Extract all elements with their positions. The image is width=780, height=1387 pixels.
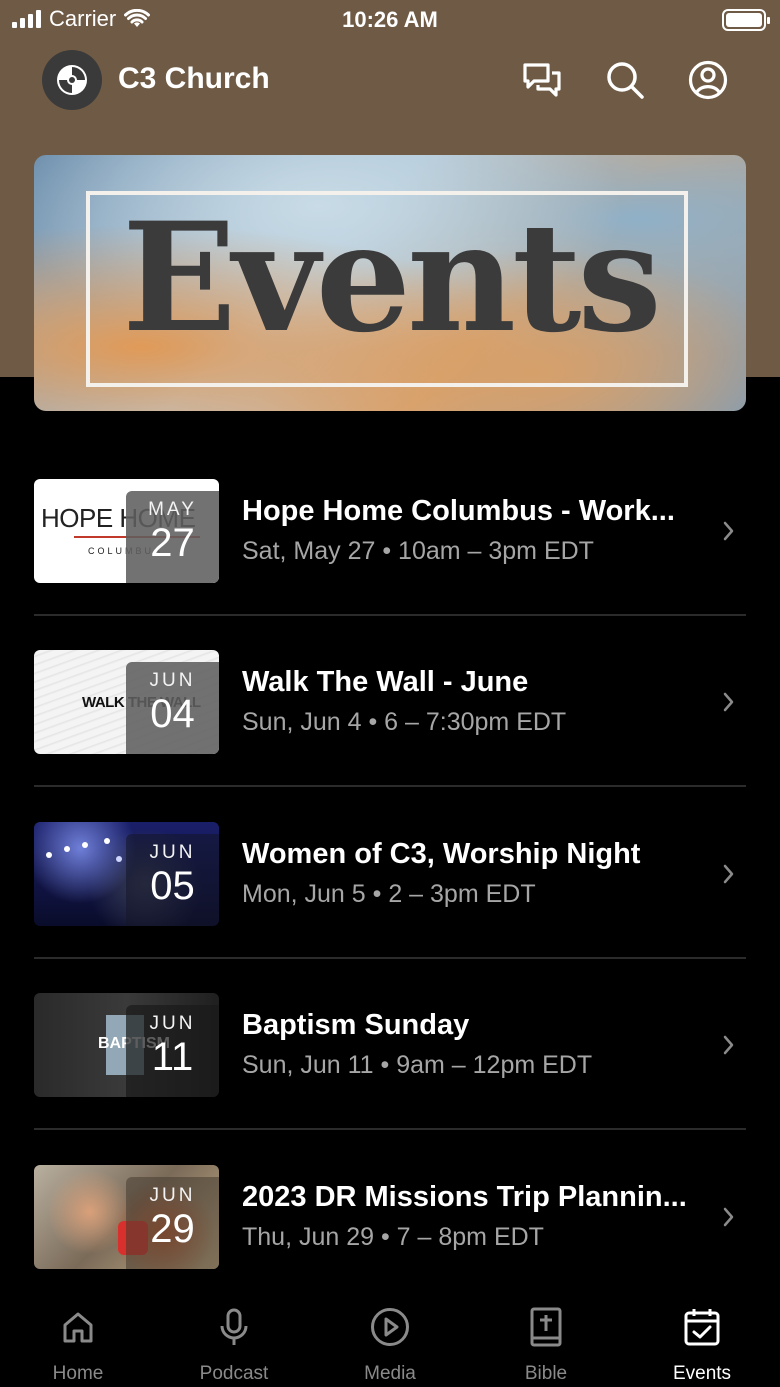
- event-title: Walk The Wall - June: [242, 666, 529, 698]
- event-date-badge: JUN 04: [126, 662, 219, 754]
- event-row[interactable]: HOPE HOME COLUMBUS MAY 27 Hope Home Colu…: [34, 479, 746, 583]
- event-row[interactable]: BAPTISM JUN 11 Baptism Sunday Sun, Jun 1…: [34, 993, 746, 1097]
- microphone-icon: [220, 1308, 248, 1345]
- event-title: Hope Home Columbus - Work...: [242, 495, 675, 527]
- event-day: 29: [150, 1207, 195, 1251]
- chat-button[interactable]: [520, 58, 564, 102]
- calendar-icon: [684, 1309, 720, 1346]
- event-row[interactable]: JUN 29 2023 DR Missions Trip Plannin... …: [34, 1165, 746, 1269]
- tab-bar: Home Podcast Media Bible Events: [0, 1293, 780, 1387]
- chat-icon: [523, 63, 561, 97]
- event-month: JUN: [149, 670, 196, 691]
- event-day: 11: [151, 1035, 194, 1079]
- tab-home[interactable]: Home: [0, 1305, 156, 1385]
- chevron-right-icon: [723, 692, 734, 712]
- chevron-right-icon: [723, 1207, 734, 1227]
- event-thumbnail: JUN 05: [34, 822, 219, 926]
- divider: [34, 614, 746, 616]
- app-title: C3 Church: [118, 62, 270, 95]
- event-day: 27: [150, 521, 195, 565]
- event-thumbnail: WALK THE WALL JUN 04: [34, 650, 219, 754]
- event-month: JUN: [149, 842, 196, 863]
- tab-label: Bible: [524, 1363, 568, 1384]
- tab-label: Events: [672, 1363, 732, 1384]
- status-time: 10:26 AM: [342, 7, 438, 32]
- bible-icon: [530, 1307, 562, 1347]
- app-header: C3 Church: [0, 40, 780, 120]
- tab-label: Media: [364, 1363, 416, 1384]
- tab-label: Home: [52, 1363, 104, 1384]
- events-banner: Events: [34, 155, 746, 411]
- event-date-badge: JUN 11: [126, 1005, 219, 1097]
- chevron-right-icon: [723, 1035, 734, 1055]
- play-icon: [371, 1308, 409, 1346]
- battery-icon: [722, 9, 770, 31]
- event-datetime: Sun, Jun 4 • 6 – 7:30pm EDT: [242, 708, 567, 736]
- event-date-badge: JUN 29: [126, 1177, 219, 1269]
- event-month: JUN: [149, 1013, 196, 1034]
- church-logo[interactable]: [42, 50, 102, 110]
- tab-bible[interactable]: Bible: [468, 1305, 624, 1385]
- event-month: MAY: [148, 499, 197, 520]
- event-day: 05: [150, 864, 195, 908]
- event-date-badge: JUN 05: [126, 834, 219, 926]
- event-month: JUN: [149, 1185, 196, 1206]
- event-thumbnail: HOPE HOME COLUMBUS MAY 27: [34, 479, 219, 583]
- event-datetime: Mon, Jun 5 • 2 – 3pm EDT: [242, 880, 536, 908]
- event-day: 04: [150, 692, 195, 736]
- event-title: Women of C3, Worship Night: [242, 838, 641, 870]
- event-title: 2023 DR Missions Trip Plannin...: [242, 1181, 687, 1213]
- event-title: Baptism Sunday: [242, 1009, 470, 1041]
- status-bar: Carrier 10:26 AM: [0, 0, 780, 40]
- event-thumbnail: JUN 29: [34, 1165, 219, 1269]
- banner-title: Events: [122, 190, 662, 366]
- divider: [34, 957, 746, 959]
- event-thumbnail: BAPTISM JUN 11: [34, 993, 219, 1097]
- event-date-badge: MAY 27: [126, 491, 219, 583]
- tab-events[interactable]: Events: [624, 1305, 780, 1385]
- divider: [34, 1128, 746, 1130]
- search-button[interactable]: [603, 58, 647, 102]
- home-icon: [63, 1312, 93, 1343]
- tab-media[interactable]: Media: [312, 1305, 468, 1385]
- logo-icon: [57, 65, 87, 95]
- event-row[interactable]: JUN 05 Women of C3, Worship Night Mon, J…: [34, 822, 746, 926]
- chevron-right-icon: [723, 521, 734, 541]
- event-datetime: Sun, Jun 11 • 9am – 12pm EDT: [242, 1051, 593, 1079]
- divider: [34, 785, 746, 787]
- profile-icon: [688, 60, 728, 100]
- search-icon: [607, 62, 644, 99]
- event-row[interactable]: WALK THE WALL JUN 04 Walk The Wall - Jun…: [34, 650, 746, 754]
- tab-podcast[interactable]: Podcast: [156, 1305, 312, 1385]
- event-datetime: Thu, Jun 29 • 7 – 8pm EDT: [242, 1223, 544, 1251]
- event-datetime: Sat, May 27 • 10am – 3pm EDT: [242, 537, 594, 565]
- profile-button[interactable]: [686, 58, 730, 102]
- chevron-right-icon: [723, 864, 734, 884]
- tab-label: Podcast: [199, 1363, 269, 1384]
